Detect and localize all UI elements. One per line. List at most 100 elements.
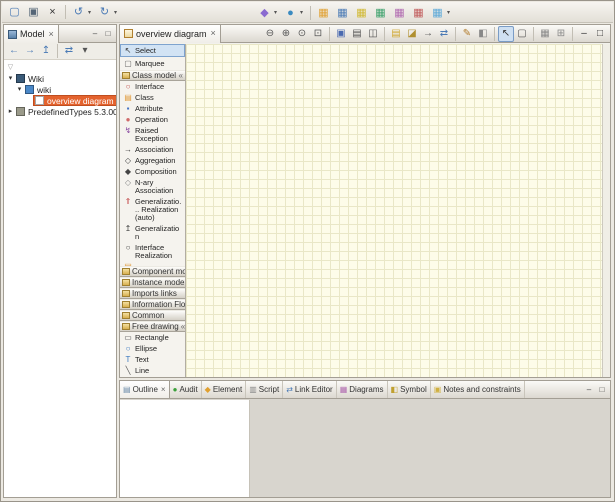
add-dependency-icon[interactable]: →: [420, 26, 436, 42]
zoom-out-icon[interactable]: ⊖: [262, 26, 278, 42]
tab-symbol[interactable]: ◧Symbol: [388, 381, 431, 398]
tree-expand-arrow[interactable]: ▾: [15, 85, 24, 94]
zoom-in-icon[interactable]: ⊕: [278, 26, 294, 42]
collapse-section-icon[interactable]: «: [179, 72, 183, 80]
tree-expand-arrow[interactable]: ▽: [6, 63, 15, 72]
tool-generalization-realization-auto[interactable]: ⇑Generalizatio... Realization (auto): [120, 196, 185, 223]
select-tool[interactable]: ↖Select: [120, 44, 185, 57]
zoom-original-icon[interactable]: ⊙: [294, 26, 310, 42]
tab-overview-diagram[interactable]: overview diagram ×: [120, 25, 221, 43]
palette-folder-icon: [122, 323, 130, 330]
canvas-vertical-scrollbar[interactable]: [602, 44, 610, 377]
tool-attribute[interactable]: ▪Attribute: [120, 103, 185, 114]
tool-line[interactable]: ╲Line: [120, 365, 185, 376]
undo-icon[interactable]: ↺▾: [69, 3, 95, 21]
tool-class[interactable]: ▤Class: [120, 92, 185, 103]
minimize-editor-icon[interactable]: ‒: [576, 26, 592, 42]
minimize-bottom-panel-icon[interactable]: ‒: [583, 384, 595, 396]
tree-item-wiki-package[interactable]: ▾wiki: [4, 84, 116, 95]
create-element-icon-dropdown[interactable]: ▾: [272, 9, 279, 16]
tab-notes-and-constraints[interactable]: ▣Notes and constraints: [431, 381, 525, 398]
tool-raised-exception[interactable]: ↯Raised Exception: [120, 125, 185, 144]
redo-icon[interactable]: ↻▾: [95, 3, 121, 21]
tab-link-editor[interactable]: ⇄Link Editor: [283, 381, 337, 398]
maximize-editor-icon[interactable]: □: [592, 26, 608, 42]
print-icon[interactable]: ▤: [349, 26, 365, 42]
tab-diagrams[interactable]: ▦Diagrams: [337, 381, 388, 398]
tab-outline[interactable]: ▤Outline×: [120, 381, 170, 398]
maximize-bottom-panel-icon[interactable]: □: [596, 384, 608, 396]
forward-icon[interactable]: →: [22, 44, 38, 59]
tree-root-handle[interactable]: ▽: [4, 62, 116, 73]
new-sequence-diagram-icon[interactable]: ▦: [371, 4, 390, 22]
toggle-grid-icon[interactable]: ▦: [537, 26, 553, 42]
open-browser-icon-dropdown[interactable]: ▾: [298, 9, 305, 16]
minimize-view-icon[interactable]: ‒: [89, 28, 101, 40]
add-constraint-icon[interactable]: ◪: [404, 26, 420, 42]
section-class-model[interactable]: Class model«: [120, 70, 185, 81]
open-browser-icon[interactable]: ●▾: [281, 4, 307, 22]
tool-rectangle[interactable]: ▭Rectangle: [120, 332, 185, 343]
new-use-case-diagram-icon[interactable]: ▦: [352, 4, 371, 22]
new-state-diagram-icon[interactable]: ▦: [390, 4, 409, 22]
tree-item-overview-diagram[interactable]: overview diagram: [4, 95, 116, 106]
back-icon[interactable]: ←: [6, 44, 22, 59]
tool-interface-realization[interactable]: ○Interface Realization: [120, 242, 185, 261]
tab-audit[interactable]: ●Audit: [170, 381, 202, 398]
close-model-view-icon[interactable]: ×: [49, 30, 54, 39]
new-package-icon[interactable]: ▦: [314, 4, 333, 22]
section-component-model[interactable]: Component mo...: [120, 266, 185, 277]
diagram-canvas[interactable]: [186, 44, 610, 377]
tree-expand-arrow[interactable]: ▸: [6, 107, 15, 116]
new-project-icon[interactable]: ▢: [5, 3, 24, 21]
new-activity-diagram-icon[interactable]: ▦: [409, 4, 428, 22]
tool-composition[interactable]: ◆Composition: [120, 166, 185, 177]
tool-text[interactable]: TText: [120, 354, 185, 365]
tool-aggregation[interactable]: ◇Aggregation: [120, 155, 185, 166]
section-imports-links[interactable]: Imports links: [120, 288, 185, 299]
tab-element[interactable]: ◆Element: [202, 381, 247, 398]
create-element-icon[interactable]: ◆▾: [255, 4, 281, 22]
tool-interface[interactable]: ○Interface: [120, 81, 185, 92]
new-deployment-diagram-icon[interactable]: ▦▾: [428, 4, 454, 22]
tree-expand-arrow[interactable]: ▾: [6, 74, 15, 83]
redo-icon-dropdown[interactable]: ▾: [112, 9, 119, 16]
tree-item-predefined-types-labelwrap: PredefinedTypes 5.3.00: [15, 106, 116, 117]
up-icon[interactable]: ↥: [38, 44, 54, 59]
tool-ellipse[interactable]: ○Ellipse: [120, 343, 185, 354]
undo-icon-dropdown[interactable]: ▾: [86, 9, 93, 16]
new-class-diagram-icon[interactable]: ▦: [333, 4, 352, 22]
close-diagram-tab-icon[interactable]: ×: [211, 29, 216, 38]
snap-grid-icon[interactable]: ⊞: [553, 26, 569, 42]
select-mode-icon[interactable]: ↖: [498, 26, 514, 42]
close-outline-tab-icon[interactable]: ×: [161, 385, 166, 394]
copy-image-icon[interactable]: ◫: [365, 26, 381, 42]
show-links-icon[interactable]: ⇄: [436, 26, 452, 42]
section-information-flows[interactable]: Information Flo...: [120, 299, 185, 310]
section-common[interactable]: Common: [120, 310, 185, 321]
tool-generalization[interactable]: ↥Generalization: [120, 223, 185, 242]
delete-icon[interactable]: ×: [43, 3, 62, 21]
save-icon[interactable]: ▣: [24, 3, 43, 21]
new-deployment-diagram-icon-dropdown[interactable]: ▾: [445, 9, 452, 16]
marquee-tool[interactable]: ▢Marquee: [120, 57, 185, 70]
tree-item-predefined-types[interactable]: ▸PredefinedTypes 5.3.00: [4, 106, 116, 117]
save-image-icon[interactable]: ▣: [333, 26, 349, 42]
section-instance-model[interactable]: Instance model: [120, 277, 185, 288]
marquee-mode-icon[interactable]: ▢: [514, 26, 530, 42]
tab-model[interactable]: Model ×: [4, 25, 59, 43]
tool-operation[interactable]: ●Operation: [120, 114, 185, 125]
view-menu-icon[interactable]: ▾: [77, 44, 93, 59]
add-note-icon[interactable]: ▤: [388, 26, 404, 42]
edit-style-icon[interactable]: ✎: [459, 26, 475, 42]
collapse-section-icon[interactable]: «: [181, 323, 185, 331]
tool-association[interactable]: →Association: [120, 144, 185, 155]
tree-item-wiki-project[interactable]: ▾Wiki: [4, 73, 116, 84]
link-with-editor-icon[interactable]: ⇄: [61, 44, 77, 59]
maximize-view-icon[interactable]: □: [102, 28, 114, 40]
section-free-drawing[interactable]: Free drawing«: [120, 321, 185, 332]
tool-nary-association[interactable]: ◇N-ary Association: [120, 177, 185, 196]
default-theme-icon[interactable]: ◧: [475, 26, 491, 42]
zoom-fit-icon[interactable]: ⊡: [310, 26, 326, 42]
tab-script[interactable]: ▥Script: [246, 381, 283, 398]
